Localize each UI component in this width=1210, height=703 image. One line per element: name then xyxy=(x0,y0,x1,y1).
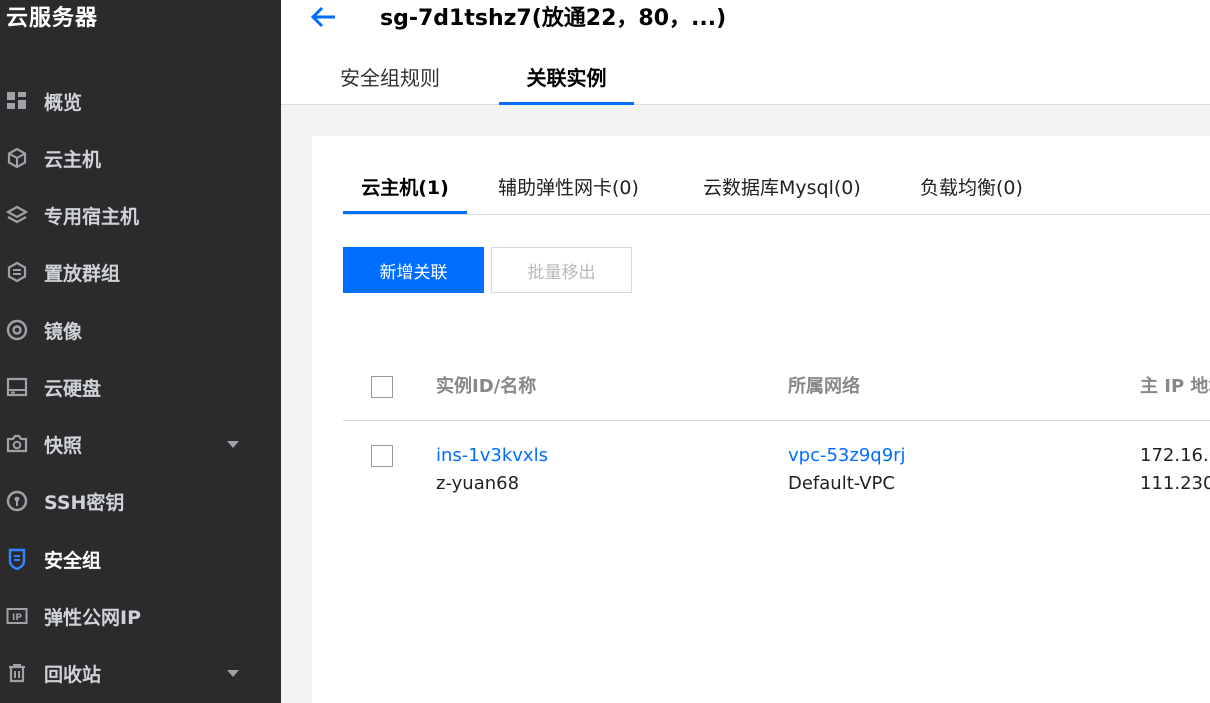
sidebar-item-ssh-key[interactable]: SSH密钥 xyxy=(0,477,281,525)
sidebar-item-label: 弹性公网IP xyxy=(44,606,141,629)
instance-type-tabs: 云主机(1) 辅助弹性网卡(0) 云数据库Mysql(0) 负载均衡(0) xyxy=(343,164,1210,215)
vpc-name: Default-VPC xyxy=(788,473,895,494)
sidebar-item-label: SSH密钥 xyxy=(44,491,125,514)
sidebar-item-label: 快照 xyxy=(44,434,83,457)
private-ip: 172.16.0. xyxy=(1140,445,1210,466)
column-network: 所属网络 xyxy=(788,376,860,397)
sidebar-item-cloud-disk[interactable]: 云硬盘 xyxy=(0,363,281,411)
sidebar-item-label: 安全组 xyxy=(44,549,102,572)
row-checkbox[interactable] xyxy=(371,445,393,467)
sidebar-item-label: 回收站 xyxy=(44,663,102,686)
batch-remove-button: 批量移出 xyxy=(491,247,632,293)
column-instance: 实例ID/名称 xyxy=(436,376,537,397)
sidebar-item-security-group[interactable]: 安全组 xyxy=(0,535,281,583)
sidebar-item-label: 专用宿主机 xyxy=(44,205,140,228)
grid-icon xyxy=(5,89,29,113)
subtab-cvm[interactable]: 云主机(1) xyxy=(343,164,467,214)
sidebar: 云服务器 概览 云主机 专用宿主机 置放群组 镜像 云硬盘 快照 SSH密钥 安… xyxy=(0,0,281,703)
back-arrow-icon[interactable] xyxy=(309,4,339,30)
disc-icon xyxy=(5,318,29,342)
vpc-id-link[interactable]: vpc-53z9q9rj xyxy=(788,445,906,466)
shield-icon xyxy=(5,547,29,571)
key-icon xyxy=(5,489,29,513)
cube-icon xyxy=(5,146,29,170)
sidebar-item-label: 云硬盘 xyxy=(44,377,102,400)
content-card: 云主机(1) 辅助弹性网卡(0) 云数据库Mysql(0) 负载均衡(0) 新增… xyxy=(312,136,1210,703)
select-all-checkbox[interactable] xyxy=(371,376,393,398)
sidebar-item-label: 镜像 xyxy=(44,320,83,343)
disk-icon xyxy=(5,375,29,399)
table-row: ins-1v3kvxls z-yuan68 vpc-53z9q9rj Defau… xyxy=(343,421,1210,511)
page-title: sg-7d1tshz7(放通22，80，...) xyxy=(380,6,727,31)
column-primary-ip: 主 IP 地址 xyxy=(1140,376,1210,397)
table-header: 实例ID/名称 所属网络 主 IP 地址 xyxy=(343,358,1210,421)
layers-icon xyxy=(5,203,29,227)
chevron-down-icon[interactable] xyxy=(227,670,239,677)
chevron-down-icon[interactable] xyxy=(227,441,239,448)
add-association-button[interactable]: 新增关联 xyxy=(343,247,484,293)
ip-icon: IP xyxy=(5,604,29,628)
sidebar-item-label: 置放群组 xyxy=(44,262,121,285)
subtab-clb[interactable]: 负载均衡(0) xyxy=(920,164,1023,212)
instance-id-link[interactable]: ins-1v3kvxls xyxy=(436,445,548,466)
svg-text:IP: IP xyxy=(12,613,22,623)
sidebar-item-label: 概览 xyxy=(44,91,83,114)
tab-associated-instances[interactable]: 关联实例 xyxy=(499,58,634,105)
sidebar-item-placement-group[interactable]: 置放群组 xyxy=(0,248,281,296)
subtab-mysql[interactable]: 云数据库Mysql(0) xyxy=(703,164,861,212)
camera-icon xyxy=(5,432,29,456)
sidebar-item-dedicated-host[interactable]: 专用宿主机 xyxy=(0,191,281,239)
sidebar-item-recycle-bin[interactable]: 回收站 xyxy=(0,649,281,697)
page-header: sg-7d1tshz7(放通22，80，...) 安全组规则 关联实例 xyxy=(281,0,1210,105)
sidebar-item-image[interactable]: 镜像 xyxy=(0,306,281,354)
sidebar-item-overview[interactable]: 概览 xyxy=(0,77,281,125)
sidebar-item-label: 云主机 xyxy=(44,148,102,171)
subtab-eni[interactable]: 辅助弹性网卡(0) xyxy=(498,164,639,212)
trash-icon xyxy=(5,661,29,685)
instance-name: z-yuan68 xyxy=(436,473,520,494)
sidebar-item-snapshot[interactable]: 快照 xyxy=(0,420,281,468)
public-ip: 111.230. xyxy=(1140,473,1210,494)
sidebar-item-eip[interactable]: IP 弹性公网IP xyxy=(0,592,281,640)
sidebar-item-cvm[interactable]: 云主机 xyxy=(0,134,281,182)
sidebar-title: 云服务器 xyxy=(6,6,99,31)
placement-icon xyxy=(5,260,29,284)
tab-security-group-rules[interactable]: 安全组规则 xyxy=(335,58,445,102)
